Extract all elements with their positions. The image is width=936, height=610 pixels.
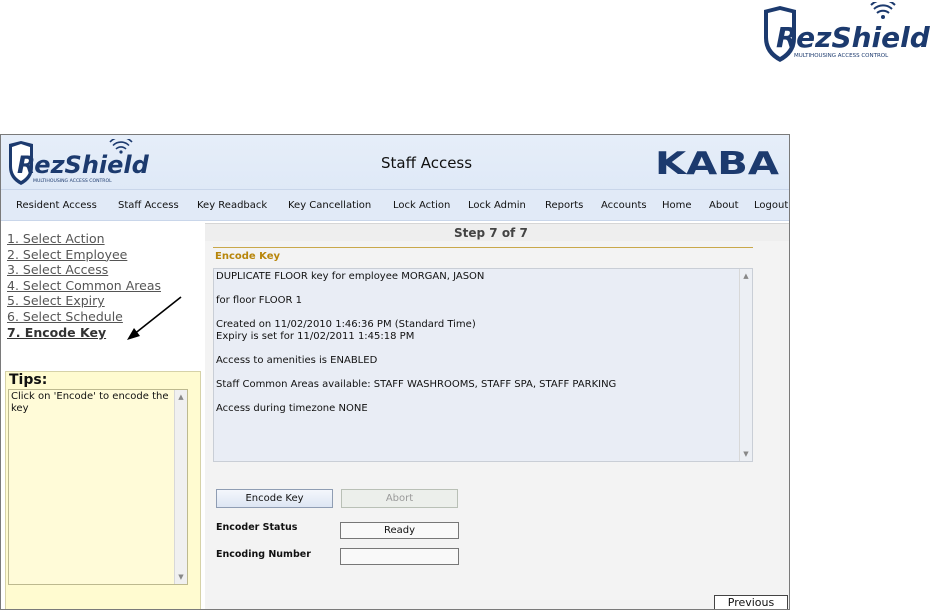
nav-home[interactable]: Home: [662, 200, 692, 211]
kaba-logo: KABA: [655, 147, 779, 177]
tips-heading: Tips:: [9, 372, 48, 388]
encode-key-panel: Encode Key DUPLICATE FLOOR key for emplo…: [205, 241, 789, 609]
rezshield-document-logo: RezShield MULTIHOUSING ACCESS CONTROL: [764, 2, 931, 62]
step-header: Step 7 of 7: [205, 223, 789, 242]
key-summary-box[interactable]: DUPLICATE FLOOR key for employee MORGAN,…: [213, 268, 753, 462]
scroll-down-icon[interactable]: ▼: [175, 571, 187, 583]
step-select-employee[interactable]: 2. Select Employee: [7, 247, 161, 263]
step-select-action[interactable]: 1. Select Action: [7, 231, 161, 247]
document-logo-wordmark: RezShield: [776, 21, 931, 54]
scroll-up-icon[interactable]: ▲: [175, 391, 187, 403]
nav-about[interactable]: About: [709, 200, 739, 211]
encoder-status-field: Ready: [340, 522, 459, 539]
scroll-down-icon[interactable]: ▼: [740, 448, 752, 460]
encoding-number-field[interactable]: [340, 548, 459, 565]
main-nav: Resident Access Staff Access Key Readbac…: [1, 189, 789, 221]
summary-line: DUPLICATE FLOOR key for employee MORGAN,…: [216, 271, 485, 282]
tips-scrollbar[interactable]: ▲ ▼: [174, 390, 187, 584]
section-title: Encode Key: [215, 251, 281, 262]
staff-access-window: RezShield MULTIHOUSING ACCESS CONTROL St…: [0, 134, 790, 610]
rezshield-logo[interactable]: RezShield MULTIHOUSING ACCESS CONTROL: [7, 139, 171, 187]
kaba-wordmark: KABA: [655, 147, 779, 177]
tips-textarea[interactable]: Click on 'Encode' to encode the key ▲ ▼: [8, 389, 188, 585]
nav-lock-action[interactable]: Lock Action: [393, 200, 450, 211]
arrow-icon: [127, 296, 182, 340]
summary-scrollbar[interactable]: ▲ ▼: [739, 269, 752, 461]
section-divider: [213, 247, 753, 248]
app-header: RezShield MULTIHOUSING ACCESS CONTROL St…: [1, 135, 789, 189]
scroll-up-icon[interactable]: ▲: [740, 270, 752, 282]
previous-button[interactable]: Previous: [714, 595, 788, 609]
tips-text: Click on 'Encode' to encode the key: [11, 391, 169, 414]
nav-key-readback[interactable]: Key Readback: [197, 200, 267, 211]
encode-key-button[interactable]: Encode Key: [216, 489, 333, 508]
step-select-common-areas[interactable]: 4. Select Common Areas: [7, 278, 161, 294]
app-logo-wordmark: RezShield: [17, 151, 150, 179]
encoding-number-label: Encoding Number: [216, 549, 311, 560]
nav-lock-admin[interactable]: Lock Admin: [468, 200, 526, 211]
summary-line: for floor FLOOR 1: [216, 295, 302, 306]
document-logo-tagline: MULTIHOUSING ACCESS CONTROL: [794, 53, 889, 59]
nav-key-cancellation[interactable]: Key Cancellation: [288, 200, 371, 211]
page-title: Staff Access: [381, 154, 473, 172]
summary-line: Access to amenities is ENABLED: [216, 355, 378, 366]
nav-resident-access[interactable]: Resident Access: [16, 200, 97, 211]
nav-logout[interactable]: Logout: [754, 200, 788, 211]
summary-line: Expiry is set for 11/02/2011 1:45:18 PM: [216, 331, 415, 342]
step-indicator: Step 7 of 7: [454, 226, 528, 240]
nav-accounts[interactable]: Accounts: [601, 200, 647, 211]
wifi-signal-icon: [870, 2, 896, 19]
summary-line: Staff Common Areas available: STAFF WASH…: [216, 379, 617, 390]
summary-line: Created on 11/02/2010 1:46:36 PM (Standa…: [216, 319, 476, 330]
nav-reports[interactable]: Reports: [545, 200, 583, 211]
step-select-access[interactable]: 3. Select Access: [7, 262, 161, 278]
app-logo-tagline: MULTIHOUSING ACCESS CONTROL: [33, 178, 112, 184]
encoder-status-label: Encoder Status: [216, 522, 298, 533]
summary-line: Access during timezone NONE: [216, 403, 368, 414]
abort-button[interactable]: Abort: [341, 489, 458, 508]
nav-staff-access[interactable]: Staff Access: [118, 200, 179, 211]
tips-panel: Tips: Click on 'Encode' to encode the ke…: [5, 371, 201, 609]
